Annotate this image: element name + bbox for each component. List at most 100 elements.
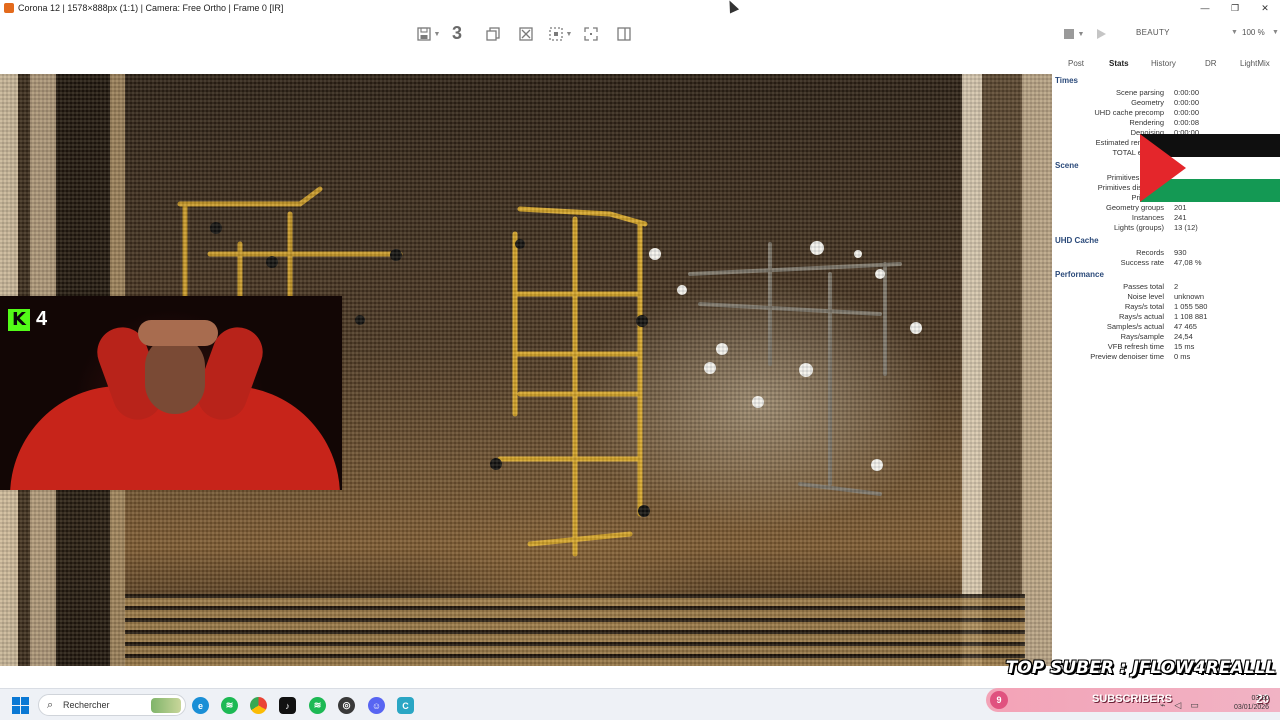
obs-icon[interactable]: ◎ [338, 697, 355, 714]
edge-icon[interactable]: e [192, 697, 209, 714]
save-dropdown-caret-icon[interactable]: ▼ [434, 31, 441, 38]
webcam-overlay [0, 296, 342, 490]
start-render-button[interactable] [1092, 24, 1110, 44]
stat-row: Geometry 0:00:00 [1052, 98, 1280, 108]
save-icon [416, 27, 431, 41]
stat-row: Rendering 0:00:08 [1052, 118, 1280, 128]
network-icon[interactable]: ⌁ [1160, 700, 1165, 711]
discord-icon[interactable]: ☺ [368, 697, 385, 714]
stat-value: 0:00:00 [1174, 98, 1200, 107]
stat-label: Noise level [1127, 292, 1164, 301]
stat-row: Rays/s total 1 055 580 [1052, 302, 1280, 312]
system-tray: ⌁ ◁ ▭ [1160, 700, 1199, 711]
stat-label: Instances [1131, 213, 1164, 222]
stat-label: Scene parsing [1116, 88, 1164, 97]
stat-label: Rays/sample [1120, 332, 1164, 341]
zoom-dropdown-caret-icon[interactable]: ▼ [1272, 29, 1279, 36]
close-button[interactable]: ✕ [1250, 0, 1280, 16]
stat-row: UHD cache precomp 0:00:00 [1052, 108, 1280, 118]
stat-value: 201 [1174, 203, 1187, 212]
tab-history[interactable]: History [1151, 59, 1176, 68]
screen: Corona 12 | 1578×888px (1:1) | Camera: F… [0, 0, 1280, 720]
stat-label: Rendering [1129, 118, 1164, 127]
windows-start-button[interactable] [12, 697, 29, 714]
stat-value: 0:00:00 [1174, 108, 1200, 117]
split-view-button[interactable] [614, 24, 634, 44]
section-scene-title: Scene [1055, 161, 1079, 170]
windows-logo-icon [21, 706, 29, 714]
section-performance-title: Performance [1055, 270, 1104, 279]
tab-dr[interactable]: DR [1205, 59, 1217, 68]
battery-icon[interactable]: ▭ [1190, 700, 1199, 711]
search-placeholder: Rechercher [63, 700, 110, 710]
search-highlight-icon [151, 698, 181, 713]
minimize-button[interactable]: — [1190, 0, 1220, 16]
spotify-icon-2[interactable]: ≋ [309, 697, 326, 714]
region-dropdown-caret-icon[interactable]: ▼ [566, 31, 573, 38]
zoom-select[interactable]: 100 % [1242, 28, 1265, 37]
stat-row: Scene parsing 0:00:00 [1052, 88, 1280, 98]
stat-value: 24,54 [1174, 332, 1193, 341]
tiktok-icon[interactable]: ♪ [279, 697, 296, 714]
stat-label: Passes total [1123, 282, 1164, 291]
palestine-flag-overlay [1140, 134, 1280, 202]
fit-icon [584, 27, 598, 41]
stat-label: VFB refresh time [1107, 342, 1164, 351]
taskbar-clock[interactable]: 03:20 03/01/2026 [1234, 694, 1269, 712]
region-icon [548, 27, 563, 41]
clock-time: 03:20 [1251, 695, 1270, 702]
stat-label: Preview denoiser time [1090, 352, 1164, 361]
clear-icon [519, 27, 533, 41]
stat-value: 47,08 % [1174, 258, 1202, 267]
stat-label: Rays/s total [1124, 302, 1164, 311]
maximize-button[interactable]: ❐ [1220, 0, 1250, 16]
corona-icon[interactable]: C [397, 697, 414, 714]
volume-icon[interactable]: ◁ [1174, 700, 1181, 711]
render-channel-select[interactable]: BEAUTY [1136, 28, 1170, 37]
stat-value: 0 ms [1174, 352, 1191, 361]
tab-post[interactable]: Post [1068, 59, 1084, 68]
stat-row: Samples/s actual 47 465 [1052, 322, 1280, 332]
stat-value: 241 [1174, 213, 1187, 222]
stop-icon [1063, 29, 1074, 39]
streamer-hands [138, 320, 218, 346]
top-suber-banner: TOP SUBER : JFLOW4REALLL [1005, 658, 1276, 678]
stat-row: Lights (groups) 13 (12) [1052, 223, 1280, 233]
stat-value: unknown [1174, 292, 1205, 301]
window-title: Corona 12 | 1578×888px (1:1) | Camera: F… [18, 3, 284, 13]
chrome-icon[interactable] [250, 697, 267, 714]
tab-lightmix[interactable]: LightMix [1240, 59, 1270, 68]
taskbar-search[interactable]: ⌕ Rechercher [38, 694, 186, 716]
windows-logo-icon [12, 697, 20, 705]
channel-dropdown-caret-icon[interactable]: ▼ [1231, 29, 1238, 36]
viewport-header-band [0, 52, 1052, 74]
window-titlebar: Corona 12 | 1578×888px (1:1) | Camera: F… [0, 0, 1280, 16]
stat-value: 1 055 580 [1174, 302, 1208, 311]
spotify-icon[interactable]: ≋ [221, 697, 238, 714]
stat-value: 13 (12) [1174, 223, 1198, 232]
save-image-button[interactable]: ▼ [414, 24, 442, 44]
stop-render-button[interactable]: ▼ [1058, 24, 1088, 44]
stat-row: Geometry groups 201 [1052, 203, 1280, 213]
tab-stats[interactable]: Stats [1109, 59, 1129, 68]
kick-viewer-badge: K 4 [8, 308, 47, 331]
stat-label: Success rate [1120, 258, 1164, 267]
copy-button[interactable] [483, 24, 503, 44]
fit-to-window-button[interactable] [581, 24, 601, 44]
stat-value: 930 [1174, 248, 1187, 257]
flag-triangle-red [1140, 134, 1186, 202]
streamer-head [145, 336, 205, 414]
stat-label: Samples/s actual [1106, 322, 1164, 331]
region-render-button[interactable]: ▼ [545, 24, 575, 44]
stat-row: Success rate 47,08 % [1052, 258, 1280, 268]
clear-vfb-button[interactable] [516, 24, 536, 44]
stat-label: Lights (groups) [1113, 223, 1164, 232]
stat-row: Preview denoiser time 0 ms [1052, 352, 1280, 362]
corona-app-icon [4, 3, 14, 13]
section-times-title: Times [1055, 76, 1078, 85]
clock-date: 03/01/2026 [1234, 704, 1270, 711]
stat-label: Geometry [1131, 98, 1164, 107]
stat-row: Passes total 2 [1052, 282, 1280, 292]
stop-dropdown-caret-icon[interactable]: ▼ [1078, 31, 1085, 38]
subscribers-count-badge: 9 [990, 691, 1008, 709]
